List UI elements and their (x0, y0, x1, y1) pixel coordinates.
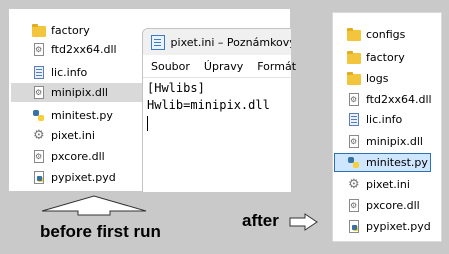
file-item-pixet-ini[interactable]: pixet.ini (347, 175, 437, 194)
file-item-pypixet-pyd[interactable]: pypixet.pyd (347, 217, 437, 236)
file-item-ftd2xx64-dll[interactable]: ftd2xx64.dll (32, 40, 142, 59)
file-item-factory[interactable]: factory (347, 48, 437, 67)
file-item-minipix-dll[interactable]: minipix.dll (347, 132, 437, 151)
file-name: minipix.dll (366, 135, 423, 148)
folder-icon (347, 50, 361, 65)
menu-upravy[interactable]: Úpravy (204, 60, 243, 73)
file-name: pixet.ini (51, 129, 95, 142)
menu-soubor[interactable]: Soubor (151, 60, 190, 73)
dll-icon (32, 42, 46, 57)
folder-icon (347, 27, 361, 42)
text-line: [Hwlibs] (147, 81, 205, 95)
file-item-minipix-dll[interactable]: minipix.dll (11, 83, 149, 102)
file-name: lic.info (51, 66, 88, 79)
python-icon (347, 156, 361, 170)
ini-settings-icon (347, 177, 361, 192)
up-arrow-icon (41, 195, 147, 216)
dll-icon (347, 198, 361, 213)
file-item-minitest-py[interactable]: minitest.py (32, 106, 142, 125)
window-title: pixet.ini – Poznámkový (170, 35, 291, 49)
caption-before: before first run (40, 222, 161, 241)
text-line: Hwlib=minipix.dll (147, 98, 270, 112)
file-item-logs[interactable]: logs (347, 69, 437, 88)
notepad-icon (151, 34, 165, 50)
file-name: logs (366, 72, 389, 85)
file-name: minitest.py (51, 109, 113, 122)
text-caret (147, 116, 148, 131)
file-name: pxcore.dll (51, 150, 105, 163)
notepad-menu-bar: Soubor Úpravy Formát (143, 55, 296, 77)
after-file-list: configs factory logs ftd2xx64.dll lic.in… (332, 12, 442, 242)
caption-after: after (242, 211, 279, 230)
dll-icon (32, 149, 46, 164)
file-item-lic-info[interactable]: lic.info (32, 63, 142, 82)
file-item-minitest-py[interactable]: minitest.py (334, 153, 431, 172)
dll-icon (32, 85, 46, 100)
file-name: ftd2xx64.dll (51, 43, 117, 56)
file-item-pixet-ini[interactable]: pixet.ini (32, 126, 142, 145)
folder-icon (347, 71, 361, 86)
file-item-pxcore-dll[interactable]: pxcore.dll (347, 196, 437, 215)
pyd-icon (347, 219, 361, 234)
file-item-lic-info[interactable]: lic.info (347, 110, 437, 129)
file-name: configs (366, 28, 406, 41)
file-name: factory (366, 51, 405, 64)
file-name: pixet.ini (366, 178, 410, 191)
file-item-ftd2xx64-dll[interactable]: ftd2xx64.dll (347, 90, 437, 109)
file-item-pypixet-pyd[interactable]: pypixet.pyd (32, 168, 142, 187)
notepad-text-area[interactable]: [Hwlibs] Hwlib=minipix.dll (147, 80, 270, 114)
notepad-window[interactable]: pixet.ini – Poznámkový Soubor Úpravy For… (142, 28, 296, 192)
menu-divider (143, 77, 291, 78)
python-icon (32, 109, 46, 123)
file-name: pypixet.pyd (51, 171, 116, 184)
menu-format[interactable]: Formát (257, 60, 296, 73)
ini-settings-icon (32, 128, 46, 143)
file-name: pxcore.dll (366, 199, 420, 212)
file-name: ftd2xx64.dll (366, 93, 432, 106)
file-name: factory (51, 24, 90, 37)
pyd-icon (32, 170, 46, 185)
file-name: minipix.dll (51, 86, 108, 99)
dll-icon (347, 92, 361, 107)
folder-icon (32, 23, 46, 38)
file-name: minitest.py (366, 156, 428, 169)
file-item-pxcore-dll[interactable]: pxcore.dll (32, 147, 142, 166)
right-arrow-icon (289, 213, 318, 231)
dll-icon (347, 134, 361, 149)
file-name: pypixet.pyd (366, 220, 431, 233)
notepad-title-bar[interactable]: pixet.ini – Poznámkový (143, 29, 291, 55)
file-item-configs[interactable]: configs (347, 25, 437, 44)
info-file-icon (32, 65, 46, 80)
info-file-icon (347, 112, 361, 127)
file-name: lic.info (366, 113, 403, 126)
file-item-factory[interactable]: factory (32, 21, 142, 40)
